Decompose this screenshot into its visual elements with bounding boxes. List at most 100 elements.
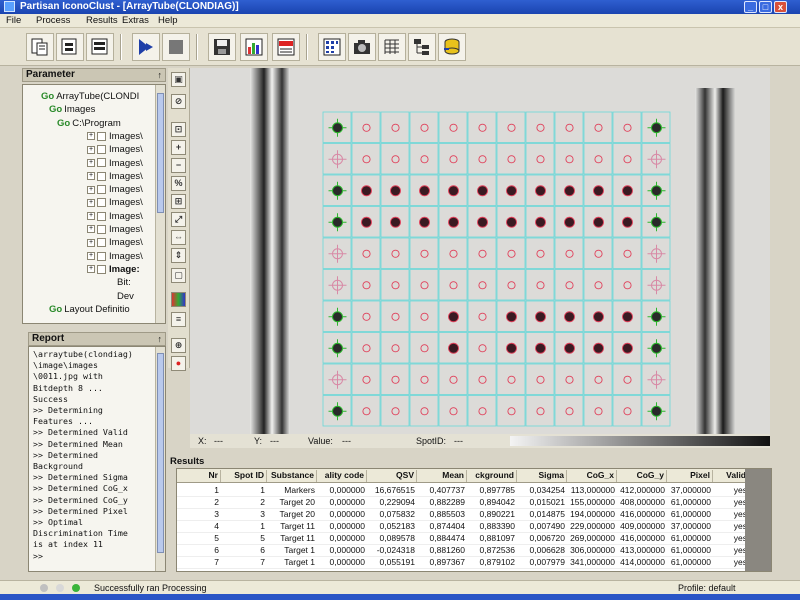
table-row[interactable]: 7 7 Target 1 0,000000 0,055191 0,897367 0,8791… — [177, 557, 771, 569]
palette-icon[interactable] — [171, 292, 186, 307]
level-icon[interactable]: ≡ — [171, 312, 186, 327]
percent-icon[interactable]: % — [171, 176, 186, 191]
table-row[interactable]: 2 2 Target 20 0,000000 0,229094 0,882289 0,894… — [177, 497, 771, 509]
table-row[interactable]: 4 1 Target 11 0,000000 0,052183 0,874404 0,883… — [177, 521, 771, 533]
menu-results[interactable]: Results — [86, 15, 118, 26]
zoom-in-icon[interactable]: + — [171, 140, 186, 155]
checkbox[interactable] — [97, 198, 106, 208]
expand-icon[interactable]: + — [87, 172, 95, 181]
checkbox[interactable] — [97, 145, 106, 155]
select-icon[interactable]: ▣ — [171, 72, 186, 87]
stretch-icon[interactable]: ⇕ — [171, 248, 186, 263]
crop-icon[interactable]: ⊞ — [171, 194, 186, 209]
tree-item[interactable]: + Images\ — [87, 237, 143, 250]
tree-item[interactable]: + Images\ — [87, 211, 143, 224]
expand-icon[interactable]: + — [87, 185, 95, 194]
column-header[interactable]: QSV — [367, 470, 417, 482]
tree-item[interactable]: + Images\ — [87, 158, 143, 171]
column-header[interactable]: Substance — [267, 470, 317, 482]
chart-icon[interactable] — [240, 33, 268, 61]
column-header[interactable]: ckground — [467, 470, 517, 482]
expand-icon[interactable]: + — [87, 212, 95, 221]
menu-help[interactable]: Help — [158, 15, 178, 26]
array-image-view[interactable] — [190, 68, 770, 434]
column-header[interactable]: Valid — [713, 470, 749, 482]
checkbox[interactable] — [97, 264, 106, 274]
move-icon[interactable]: ⇔ — [171, 230, 186, 245]
tree-item[interactable]: Go Images — [49, 104, 95, 117]
tree-item[interactable]: + Images\ — [87, 224, 143, 237]
tree-item[interactable]: + Image: — [87, 264, 140, 277]
stop-icon[interactable] — [162, 33, 190, 61]
save-icon[interactable] — [208, 33, 236, 61]
column-header[interactable]: CoG_x — [567, 470, 617, 482]
checkbox[interactable] — [97, 131, 106, 141]
array-image[interactable] — [190, 68, 770, 434]
tree-item[interactable]: + Images\ — [87, 184, 143, 197]
tree-item[interactable]: Go ArrayTube(CLONDI — [41, 91, 139, 104]
column-header[interactable]: CoG_y — [617, 470, 667, 482]
import-icon[interactable] — [56, 33, 84, 61]
fit-icon[interactable]: ⊡ — [171, 122, 186, 137]
checkbox[interactable] — [97, 185, 106, 195]
menu-process[interactable]: Process — [36, 15, 70, 26]
pin-icon[interactable]: ↑ — [158, 333, 163, 345]
database-icon[interactable] — [438, 33, 466, 61]
open-icon[interactable] — [26, 33, 54, 61]
pdf-icon[interactable] — [272, 33, 300, 61]
tree-item[interactable]: Go Layout Definitio — [49, 304, 130, 317]
checkbox[interactable] — [97, 211, 106, 221]
tree-item[interactable]: Dev — [117, 291, 134, 304]
zoom-out-icon[interactable]: − — [171, 158, 186, 173]
maximize-icon[interactable]: □ — [759, 1, 772, 13]
column-header[interactable]: Mean — [417, 470, 467, 482]
tree-item[interactable]: + Images\ — [87, 171, 143, 184]
close-icon[interactable]: x — [774, 1, 787, 13]
menu-extras[interactable]: Extras — [122, 15, 149, 26]
matrix-icon[interactable] — [378, 33, 406, 61]
menu-file[interactable]: File — [6, 15, 21, 26]
checkbox[interactable] — [97, 251, 106, 261]
report-scrollbar[interactable] — [155, 347, 165, 571]
expand-icon[interactable]: + — [87, 225, 95, 234]
tree-scrollbar[interactable] — [155, 85, 165, 323]
table-row[interactable]: 3 3 Target 20 0,000000 0,075832 0,885503 0,890… — [177, 509, 771, 521]
pin-icon[interactable]: ↑ — [158, 69, 163, 81]
checkbox[interactable] — [97, 171, 106, 181]
column-header[interactable]: Nr — [177, 470, 221, 482]
column-header[interactable]: Pixel — [667, 470, 713, 482]
camera-icon[interactable] — [348, 33, 376, 61]
tree-item[interactable]: + Images\ — [87, 251, 143, 264]
column-header[interactable]: Spot ID — [223, 470, 267, 482]
tree-item[interactable]: + Images\ — [87, 197, 143, 210]
erase-icon[interactable]: ⊘ — [171, 94, 186, 109]
column-header[interactable]: Sigma — [517, 470, 567, 482]
target-icon[interactable]: ⊕ — [171, 338, 186, 353]
tree-item[interactable]: + Images\ — [87, 144, 143, 157]
checkbox[interactable] — [97, 238, 106, 248]
run-icon[interactable] — [132, 33, 160, 61]
table-row[interactable]: 6 6 Target 1 0,000000 -0,024318 0,881260 0,872… — [177, 545, 771, 557]
grid-icon[interactable] — [318, 33, 346, 61]
checkbox[interactable] — [97, 224, 106, 234]
expand-icon[interactable]: + — [87, 265, 95, 274]
export-icon[interactable] — [86, 33, 114, 61]
expand-icon[interactable]: + — [87, 145, 95, 154]
frame-icon[interactable]: ▢ — [171, 268, 186, 283]
tree-item[interactable]: Bit: — [117, 277, 131, 290]
scroll-thumb[interactable] — [157, 353, 164, 553]
expand-icon[interactable]: + — [87, 198, 95, 207]
tree-item[interactable]: Go C:\Program — [57, 118, 121, 131]
table-row[interactable]: 5 5 Target 11 0,000000 0,089578 0,884474 0,881… — [177, 533, 771, 545]
expand-icon[interactable]: + — [87, 238, 95, 247]
expand-icon[interactable]: + — [87, 132, 95, 141]
column-header[interactable]: ality code — [317, 470, 367, 482]
expand-icon[interactable]: ⤢ — [171, 212, 186, 227]
expand-icon[interactable]: + — [87, 252, 95, 261]
expand-icon[interactable]: + — [87, 158, 95, 167]
scroll-thumb[interactable] — [157, 93, 164, 213]
tree-item[interactable]: + Images\ — [87, 131, 143, 144]
checkbox[interactable] — [97, 158, 106, 168]
tree-icon[interactable] — [408, 33, 436, 61]
minimize-icon[interactable]: _ — [744, 1, 757, 13]
